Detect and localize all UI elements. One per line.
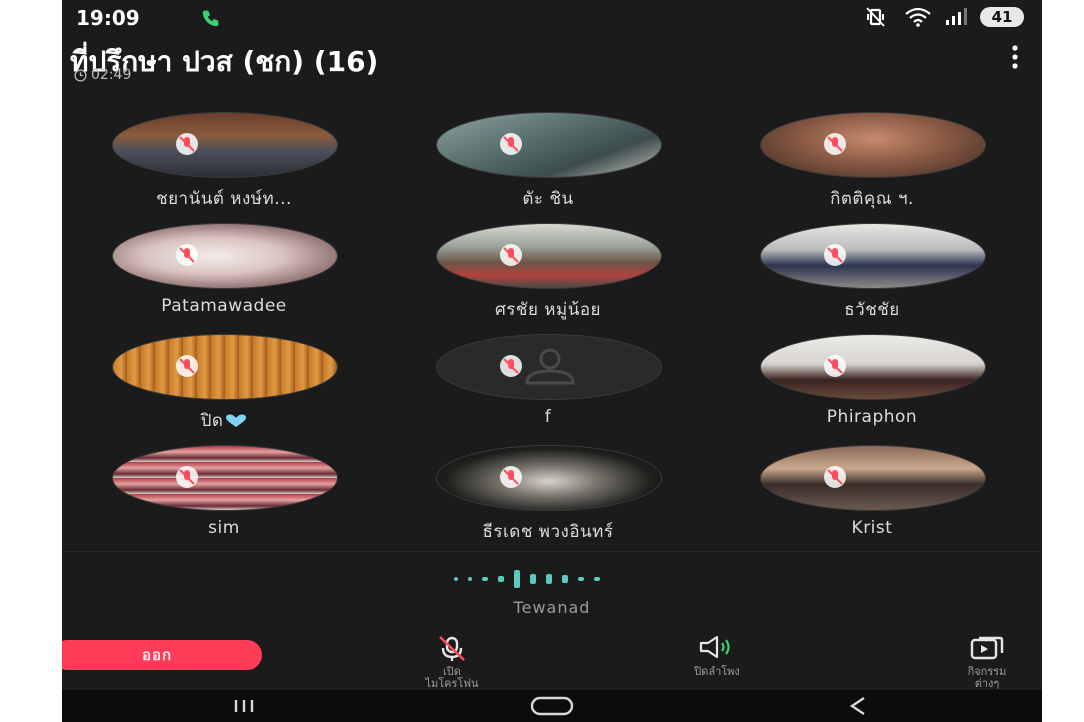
participant-avatar bbox=[760, 334, 986, 400]
participant-name: ศรชัย หมู่น้อย bbox=[494, 300, 602, 320]
participant-tile[interactable]: Krist bbox=[722, 445, 1022, 545]
participant-name: กิตติคุณ ฯ. bbox=[830, 189, 914, 209]
participant-name: ธวัชชัย bbox=[844, 300, 900, 320]
participant-tile[interactable]: ชยานันต์ หงษ์ท... bbox=[74, 112, 374, 212]
participant-tile[interactable]: ตัะ ชิน bbox=[398, 112, 698, 212]
muted-mic-icon bbox=[176, 244, 198, 266]
muted-mic-icon bbox=[176, 133, 198, 155]
participant-tile[interactable]: Phiraphon bbox=[722, 334, 1022, 434]
participant-name-text: ปิด bbox=[200, 411, 224, 431]
participant-avatar bbox=[760, 445, 986, 511]
status-time: 19:09 bbox=[76, 6, 140, 30]
participant-name: sim bbox=[208, 518, 240, 538]
mic-label-2: ไมโครโฟน bbox=[425, 677, 479, 690]
muted-mic-icon bbox=[176, 466, 198, 488]
activities-label-2: ต่างๆ bbox=[974, 677, 1000, 690]
muted-mic-icon bbox=[500, 355, 522, 377]
participant-tile[interactable]: ปิด bbox=[74, 334, 374, 434]
participant-tile[interactable]: Patamawadee bbox=[74, 223, 374, 323]
muted-mic-icon bbox=[176, 355, 198, 377]
participant-name: Patamawadee bbox=[161, 296, 287, 316]
participant-avatar bbox=[112, 445, 338, 511]
home-icon[interactable] bbox=[526, 694, 578, 718]
participant-name: ธีรเดช พวงอินทร์ bbox=[482, 522, 614, 542]
wifi-icon bbox=[905, 7, 931, 27]
activities-icon bbox=[970, 636, 1004, 660]
leave-call-button[interactable]: ออก bbox=[62, 640, 262, 670]
blue-heart-icon bbox=[226, 414, 247, 427]
battery-icon: 41 bbox=[980, 7, 1024, 27]
participant-name: Phiraphon bbox=[826, 407, 918, 427]
participant-avatar bbox=[760, 112, 986, 178]
participant-avatar bbox=[436, 223, 662, 289]
participant-tile[interactable]: ธีรเดช พวงอินทร์ bbox=[398, 445, 698, 545]
back-icon[interactable] bbox=[838, 694, 878, 718]
system-nav-bar bbox=[62, 690, 1042, 722]
speaker-label: ปิดลำโพง bbox=[694, 665, 740, 678]
call-timer: 02:49 bbox=[74, 67, 131, 83]
call-screen: 19:09 41 ที่ปรึกษา ปวส (ชก) (16) 02:49 ช… bbox=[62, 0, 1042, 722]
participant-avatar bbox=[436, 112, 662, 178]
call-active-icon bbox=[202, 10, 219, 27]
more-vert-icon[interactable] bbox=[1010, 44, 1020, 70]
muted-mic-icon bbox=[824, 355, 846, 377]
divider bbox=[62, 551, 1042, 552]
muted-mic-icon bbox=[824, 133, 846, 155]
call-timer-text: 02:49 bbox=[91, 67, 132, 83]
participant-tile[interactable]: ศรชัย หมู่น้อย bbox=[398, 223, 698, 323]
participant-avatar bbox=[112, 334, 338, 400]
participant-tile[interactable]: กิตติคุณ ฯ. bbox=[722, 112, 1022, 212]
muted-mic-icon bbox=[824, 244, 846, 266]
signal-icon bbox=[946, 8, 967, 25]
status-bar: 19:09 41 bbox=[62, 0, 1042, 36]
activities-button[interactable]: กิจกรรม ต่างๆ bbox=[912, 636, 1042, 690]
participant-name: f bbox=[544, 407, 552, 427]
muted-mic-icon bbox=[500, 466, 522, 488]
default-person-icon bbox=[525, 348, 575, 385]
muted-mic-icon bbox=[824, 466, 846, 488]
participant-name: Krist bbox=[851, 518, 893, 538]
participant-name: ตัะ ชิน bbox=[522, 189, 574, 209]
active-speaker-name: Tewanad bbox=[513, 598, 591, 617]
mic-off-icon bbox=[439, 636, 465, 661]
participant-avatar bbox=[436, 334, 662, 400]
mute-vibrate-icon bbox=[866, 7, 885, 27]
status-icons: 41 bbox=[866, 6, 1024, 28]
mic-toggle-button[interactable]: เปิด ไมโครโฟน bbox=[377, 636, 527, 690]
speaker-toggle-button[interactable]: ปิดลำโพง bbox=[642, 636, 792, 678]
participant-tile[interactable]: f bbox=[398, 334, 698, 434]
participant-avatar bbox=[112, 112, 338, 178]
participant-avatar bbox=[436, 445, 662, 511]
voice-activity-icon bbox=[454, 570, 600, 588]
participant-name: ปิด bbox=[74, 407, 374, 434]
participant-tile[interactable]: sim bbox=[74, 445, 374, 545]
clock-icon bbox=[74, 68, 87, 82]
muted-mic-icon bbox=[500, 244, 522, 266]
participant-tile[interactable]: ธวัชชัย bbox=[722, 223, 1022, 323]
participant-name: ชยานันต์ หงษ์ท... bbox=[156, 189, 292, 209]
muted-mic-icon bbox=[500, 133, 522, 155]
participant-avatar bbox=[112, 223, 338, 289]
speaker-icon bbox=[699, 636, 730, 658]
participant-avatar bbox=[760, 223, 986, 289]
recent-apps-icon[interactable] bbox=[224, 694, 264, 718]
